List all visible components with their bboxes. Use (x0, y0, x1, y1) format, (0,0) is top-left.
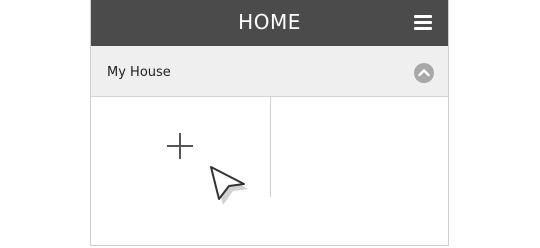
header-bar: HOME (91, 0, 448, 46)
chevron-up-icon[interactable] (414, 63, 434, 83)
plus-svg (167, 133, 193, 159)
section-title: My House (107, 65, 171, 80)
room-section-header[interactable]: My House (91, 46, 448, 97)
page-title: HOME (238, 10, 301, 34)
chevron-up-svg (418, 69, 430, 77)
pointer-svg (210, 166, 248, 205)
mouse-pointer-icon (206, 163, 250, 207)
hamburger-menu-icon[interactable] (414, 15, 432, 30)
app-window: HOME My House (90, 0, 449, 246)
add-device-tile[interactable] (91, 97, 270, 205)
plus-icon[interactable] (165, 131, 195, 161)
empty-tile (271, 97, 449, 197)
device-grid (91, 97, 448, 245)
